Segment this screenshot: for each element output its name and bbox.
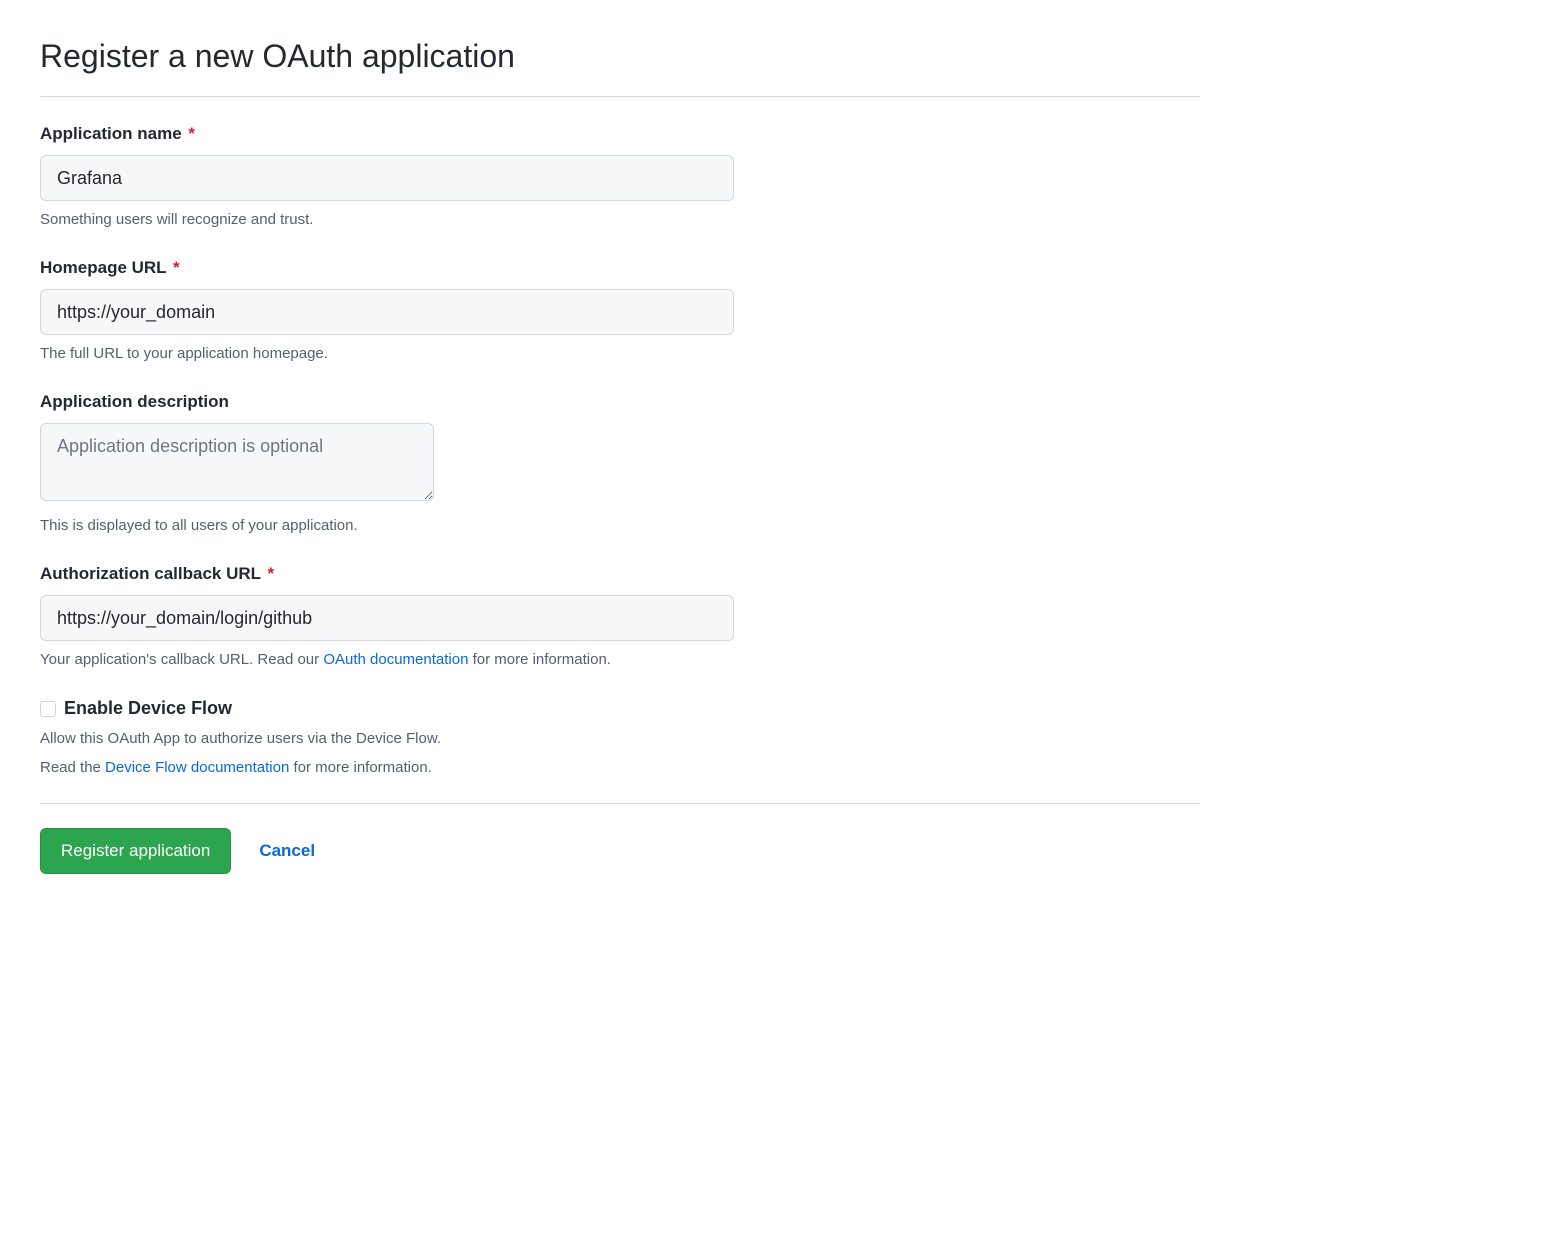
required-asterisk-icon: * [188,124,195,143]
cancel-button[interactable]: Cancel [259,841,315,861]
app-name-input[interactable] [40,155,734,201]
app-name-help: Something users will recognize and trust… [40,209,1200,232]
actions-divider [40,803,1200,804]
app-name-label-text: Application name [40,124,182,143]
device-flow-help-2-prefix: Read the [40,759,105,776]
required-asterisk-icon: * [173,258,180,277]
title-divider [40,96,1200,97]
device-flow-checkbox[interactable] [40,701,56,717]
callback-url-group: Authorization callback URL * Your applic… [40,561,1200,671]
app-description-label-text: Application description [40,392,229,411]
homepage-url-group: Homepage URL * The full URL to your appl… [40,255,1200,365]
callback-url-help-prefix: Your application's callback URL. Read ou… [40,651,323,668]
device-flow-group: Enable Device Flow Allow this OAuth App … [40,695,1200,779]
callback-url-label: Authorization callback URL * [40,561,1200,587]
callback-url-label-text: Authorization callback URL [40,564,261,583]
homepage-url-label: Homepage URL * [40,255,1200,281]
app-description-help: This is displayed to all users of your a… [40,515,1200,538]
app-description-group: Application description This is displaye… [40,389,1200,537]
oauth-docs-link[interactable]: OAuth documentation [323,651,468,668]
homepage-url-input[interactable] [40,289,734,335]
device-flow-help-2: Read the Device Flow documentation for m… [40,757,1200,780]
app-name-label: Application name * [40,121,1200,147]
device-flow-row: Enable Device Flow [40,695,1200,722]
device-flow-docs-link[interactable]: Device Flow documentation [105,759,289,776]
homepage-url-help: The full URL to your application homepag… [40,343,1200,366]
register-application-button[interactable]: Register application [40,828,231,874]
device-flow-label[interactable]: Enable Device Flow [64,695,232,722]
callback-url-help: Your application's callback URL. Read ou… [40,649,1200,672]
page-title: Register a new OAuth application [40,32,1200,80]
required-asterisk-icon: * [267,564,274,583]
homepage-url-label-text: Homepage URL [40,258,166,277]
callback-url-input[interactable] [40,595,734,641]
device-flow-help-1: Allow this OAuth App to authorize users … [40,728,1200,751]
app-description-label: Application description [40,389,1200,415]
app-name-group: Application name * Something users will … [40,121,1200,231]
device-flow-help-2-suffix: for more information. [289,759,432,776]
app-description-textarea[interactable] [40,423,434,501]
form-actions: Register application Cancel [40,828,1200,874]
callback-url-help-suffix: for more information. [468,651,611,668]
